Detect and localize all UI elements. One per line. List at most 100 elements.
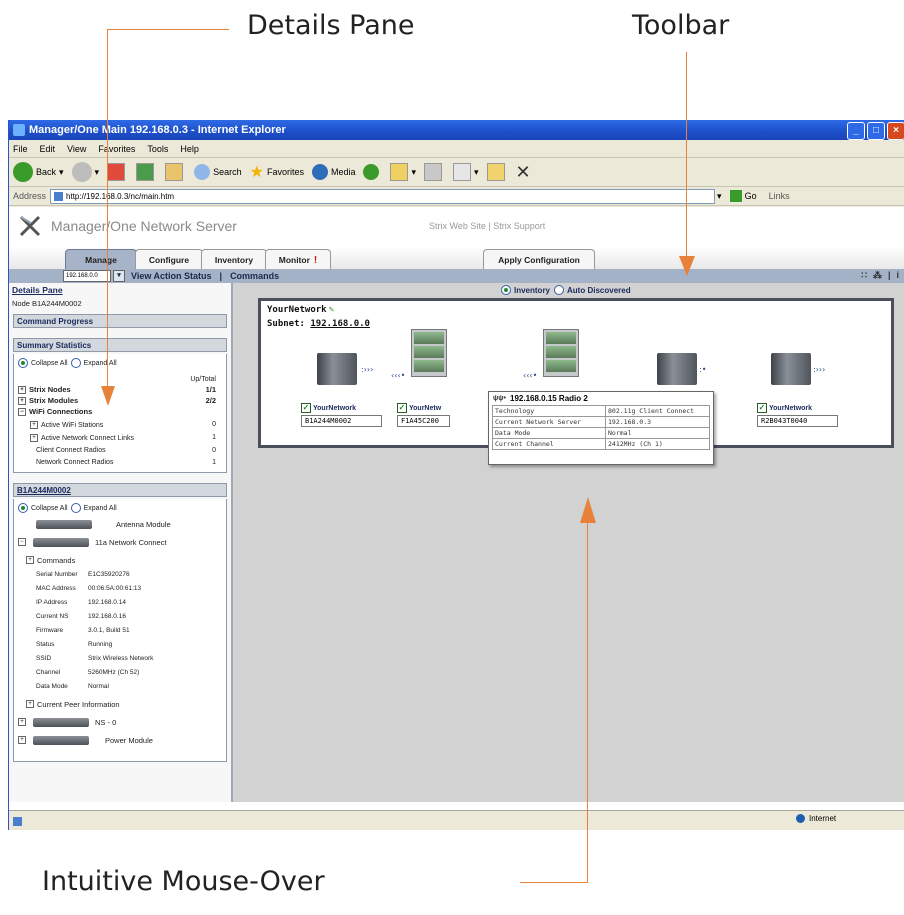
title-bar: Manager/One Main 192.168.0.3 - Internet … xyxy=(9,120,904,140)
menu-favorites[interactable]: Favorites xyxy=(98,144,135,154)
device-5-checkbox[interactable]: ✓ xyxy=(757,403,767,413)
node-section-header[interactable]: B1A244M0002 xyxy=(13,483,227,498)
device-3[interactable] xyxy=(543,329,579,377)
search-icon xyxy=(194,164,211,180)
security-zone: Internet xyxy=(796,814,836,823)
page-icon xyxy=(54,191,64,201)
commands-row[interactable]: + Commands xyxy=(14,551,226,569)
ns-module-row[interactable]: + NS - 0 xyxy=(14,713,226,731)
mouseover-callout-line-v xyxy=(587,522,588,882)
stat-strix-modules[interactable]: + Strix Modules 2/2 xyxy=(14,395,226,406)
back-button[interactable]: Back ▾ xyxy=(13,162,64,182)
ip-select[interactable]: 192.168.0.0 xyxy=(63,270,111,282)
prop-ssid: SSID Strix Wireless Network xyxy=(36,655,154,663)
node-section-box: Collapse All Expand All Antenna Module −… xyxy=(13,499,227,763)
strix-logo-icon xyxy=(19,215,41,237)
go-button[interactable]: Go xyxy=(729,190,757,202)
edit-icon xyxy=(453,163,472,181)
tree-view-icon[interactable]: ⁂ xyxy=(873,270,882,281)
menu-help[interactable]: Help xyxy=(180,144,199,154)
internet-globe-icon xyxy=(796,814,805,823)
divider-icon: | xyxy=(887,270,891,280)
device-2-checkbox[interactable]: ✓ xyxy=(397,403,407,413)
minimize-button[interactable]: _ xyxy=(847,122,865,140)
command-progress-header[interactable]: Command Progress xyxy=(13,314,227,328)
tab-configure[interactable]: Configure xyxy=(135,249,203,270)
tab-manage[interactable]: Manage xyxy=(65,249,137,270)
device-r2b043t0040[interactable]: :››› xyxy=(771,353,825,385)
menu-view[interactable]: View xyxy=(67,144,86,154)
links-label[interactable]: Links xyxy=(769,191,790,201)
address-dropdown[interactable]: ▾ xyxy=(717,191,722,202)
media-icon xyxy=(311,164,328,180)
mouseover-tooltip: ψψ• 192.168.0.15 Radio 2 Technology 802.1… xyxy=(488,391,714,465)
toolbar-separator: | xyxy=(219,271,223,281)
maximize-button[interactable]: □ xyxy=(867,122,885,140)
apply-configuration-button[interactable]: Apply Configuration xyxy=(483,249,595,270)
folder-button[interactable] xyxy=(486,163,508,181)
window-controls: _ □ × xyxy=(847,122,904,140)
device-b1a244m0002[interactable]: :››› xyxy=(303,353,373,385)
print-button[interactable] xyxy=(424,163,445,181)
address-input[interactable]: http://192.168.0.3/nc/main.htm xyxy=(50,188,716,204)
close-button[interactable]: × xyxy=(887,122,904,140)
stop-button[interactable] xyxy=(107,163,128,181)
wireless-icon-2: ‹‹‹• xyxy=(391,371,406,380)
edit-pencil-icon[interactable]: ✎ xyxy=(329,305,334,315)
stat-wifi-connections[interactable]: − WiFi Connections xyxy=(14,406,226,417)
header-links[interactable]: Strix Web Site | Strix Support xyxy=(429,221,545,231)
tab-inventory[interactable]: Inventory xyxy=(201,249,267,270)
subnet-link[interactable]: 192.168.0.0 xyxy=(310,319,370,329)
device-4-tower[interactable]: :• xyxy=(657,353,706,385)
forward-button[interactable]: ▾ xyxy=(71,162,99,182)
app-area: Manager/One Network Server Strix Web Sit… xyxy=(9,207,904,810)
collapse-all-radio[interactable] xyxy=(18,358,28,368)
menu-tools[interactable]: Tools xyxy=(147,144,168,154)
view-action-status-link[interactable]: View Action Status xyxy=(131,271,212,281)
stat-active-network-connect-links[interactable]: + Active Network Connect Links 1 xyxy=(14,430,226,443)
ie-icon xyxy=(13,124,25,136)
menu-edit[interactable]: Edit xyxy=(40,144,56,154)
info-icon[interactable]: i xyxy=(896,270,899,281)
device-f1a45c200[interactable] xyxy=(411,329,447,377)
antenna-module-row[interactable]: Antenna Module xyxy=(14,515,226,533)
search-button[interactable]: Search xyxy=(194,164,242,180)
media-label: Media xyxy=(330,167,356,177)
history-icon xyxy=(363,164,380,180)
stat-strix-nodes[interactable]: + Strix Nodes 1/1 xyxy=(14,384,226,395)
favorites-label: Favorites xyxy=(266,167,304,177)
commands-link[interactable]: Commands xyxy=(230,271,279,281)
auto-discovered-radio[interactable] xyxy=(554,285,565,295)
node-expand-all-radio[interactable] xyxy=(70,503,81,514)
history-button[interactable] xyxy=(363,164,382,180)
device-label-5: ✓ YourNetwork R2B043T0040 xyxy=(757,403,838,427)
monitor-alert-icon: ! xyxy=(313,254,318,266)
expand-all-radio[interactable] xyxy=(70,358,81,368)
strix-button[interactable]: ✕ xyxy=(516,162,531,183)
mail-icon xyxy=(390,163,409,181)
tab-monitor[interactable]: Monitor! xyxy=(265,249,331,270)
refresh-button[interactable] xyxy=(136,163,157,181)
edit-button[interactable]: ▾ xyxy=(453,163,479,181)
uptotal-header: Up/Total xyxy=(190,376,216,383)
peer-info-row[interactable]: + Current Peer Information xyxy=(14,695,226,713)
network-module-row[interactable]: − 11a Network Connect xyxy=(14,533,226,551)
node-collapse-all-radio[interactable] xyxy=(18,503,28,514)
inventory-radio[interactable] xyxy=(501,285,511,295)
mail-button[interactable]: ▾ xyxy=(390,163,416,181)
network-name[interactable]: YourNetwork ✎ xyxy=(267,305,334,315)
details-pane-title: Details Pane xyxy=(12,285,63,295)
callout-toolbar: Toolbar xyxy=(632,10,730,41)
ip-select-dropdown[interactable]: ▾ xyxy=(113,270,125,282)
callout-mouseover: Intuitive Mouse-Over xyxy=(42,866,325,897)
menu-file[interactable]: File xyxy=(13,144,28,154)
favorites-button[interactable]: ★ Favorites xyxy=(250,162,304,182)
grid-view-icon[interactable]: ∷ xyxy=(861,270,867,281)
power-module-row[interactable]: + Power Module xyxy=(14,731,226,749)
summary-stats-header[interactable]: Summary Statistics xyxy=(13,338,227,352)
stat-active-wifi-stations[interactable]: + Active WiFi Stations 0 xyxy=(14,417,226,430)
device-1-checkbox[interactable]: ✓ xyxy=(301,403,311,413)
home-button[interactable] xyxy=(165,163,186,181)
media-button[interactable]: Media xyxy=(311,164,356,180)
prop-serial: Serial Number E1C35920276 xyxy=(36,571,130,579)
